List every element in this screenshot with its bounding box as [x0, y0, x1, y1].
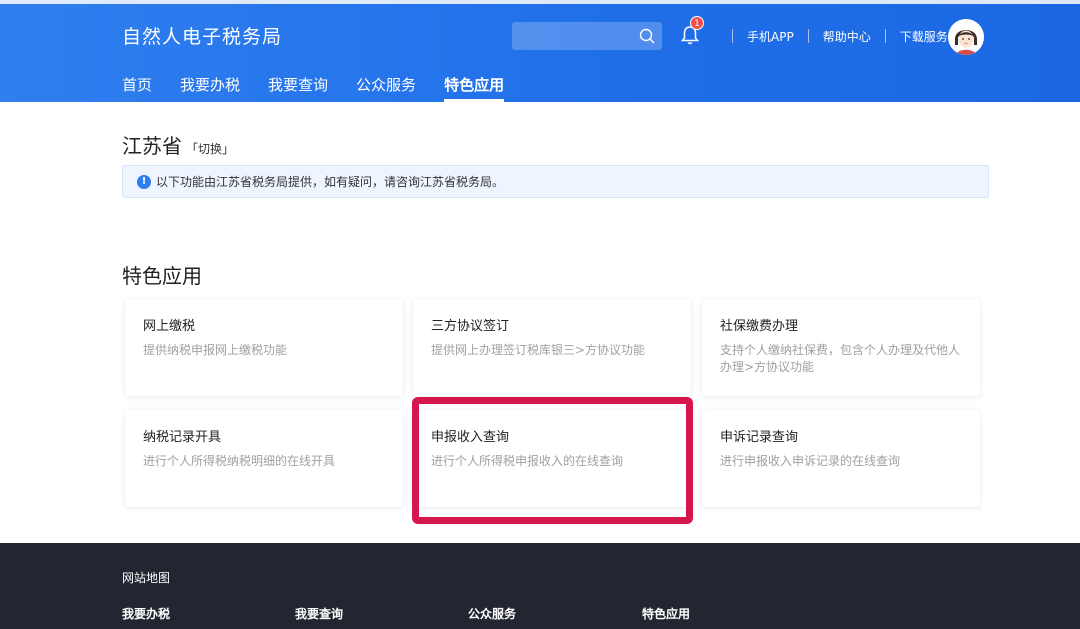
card-title: 三方协议签订: [431, 319, 510, 334]
footer-link-public-service[interactable]: 公众服务: [468, 605, 516, 622]
nav-public-service[interactable]: 公众服务: [356, 74, 416, 102]
avatar-icon: [948, 19, 984, 55]
card-title: 纳税记录开具: [143, 430, 222, 445]
card-title: 社保缴费办理: [720, 319, 799, 334]
top-edge: [0, 0, 1080, 4]
card-desc: 提供网上办理签订税库银三>方协议功能: [431, 343, 646, 357]
card-desc: 提供纳税申报网上缴税功能: [143, 343, 288, 357]
province-heading: 江苏省 「切换」: [122, 130, 234, 159]
avatar[interactable]: [948, 19, 984, 55]
nav-home[interactable]: 首页: [122, 74, 152, 102]
search-input[interactable]: [512, 22, 662, 50]
top-links: 手机APP 帮助中心 下载服务: [718, 27, 948, 45]
card-tripartite-agreement[interactable]: 三方协议签订 提供网上办理签订税库银三>方协议功能: [413, 299, 691, 396]
card-social-security[interactable]: 社保缴费办理 支持个人缴纳社保费，包含个人办理及代他人办理>方协议功能: [702, 299, 980, 396]
footer-link-featured-apps[interactable]: 特色应用: [642, 605, 690, 622]
divider: [884, 29, 886, 43]
footer-link-tax[interactable]: 我要办税: [122, 605, 170, 622]
footer-title: 网站地图: [122, 571, 171, 585]
info-notice: ! 以下功能由江苏省税务局提供，如有疑问，请咨询江苏省税务局。: [122, 165, 989, 198]
header-bar: 自然人电子税务局 1 手机APP 帮助中心 下载服务 首页 我要办税 我要查询 …: [0, 0, 1080, 102]
site-title[interactable]: 自然人电子税务局: [122, 22, 282, 49]
notice-text: 以下功能由江苏省税务局提供，如有疑问，请咨询江苏省税务局。: [156, 175, 505, 189]
card-online-payment[interactable]: 网上缴税 提供纳税申报网上缴税功能: [125, 299, 403, 396]
divider: [807, 29, 809, 43]
download-link[interactable]: 下载服务: [900, 28, 948, 45]
card-title: 网上缴税: [143, 319, 196, 334]
nav-query[interactable]: 我要查询: [268, 74, 328, 102]
search-icon[interactable]: [638, 27, 656, 45]
footer: 网站地图 我要办税 我要查询 公众服务 特色应用: [0, 543, 1080, 629]
card-desc: 支持个人缴纳社保费，包含个人办理及代他人办理>方协议功能: [720, 343, 961, 374]
nav-featured-apps[interactable]: 特色应用: [444, 74, 505, 102]
card-desc: 进行个人所得税纳税明细的在线开具: [143, 454, 336, 468]
help-center-link[interactable]: 帮助中心: [823, 28, 871, 45]
divider: [732, 29, 733, 43]
switch-province-link[interactable]: 「切换」: [186, 142, 234, 156]
card-tax-record[interactable]: 纳税记录开具 进行个人所得税纳税明细的在线开具: [125, 410, 403, 507]
section-title: 特色应用: [122, 264, 202, 288]
mobile-app-link[interactable]: 手机APP: [747, 28, 794, 45]
info-icon: !: [137, 174, 151, 189]
nav-tax[interactable]: 我要办税: [180, 74, 240, 102]
card-title: 申诉记录查询: [720, 430, 799, 445]
main-nav: 首页 我要办税 我要查询 公众服务 特色应用: [122, 74, 532, 102]
notification-badge: 1: [690, 16, 704, 30]
highlight-box: [412, 397, 693, 524]
card-appeal-record[interactable]: 申诉记录查询 进行申报收入申诉记录的在线查询: [702, 410, 980, 507]
province-name: 江苏省: [122, 134, 182, 158]
footer-link-query[interactable]: 我要查询: [295, 605, 343, 622]
card-desc: 进行申报收入申诉记录的在线查询: [720, 454, 901, 468]
